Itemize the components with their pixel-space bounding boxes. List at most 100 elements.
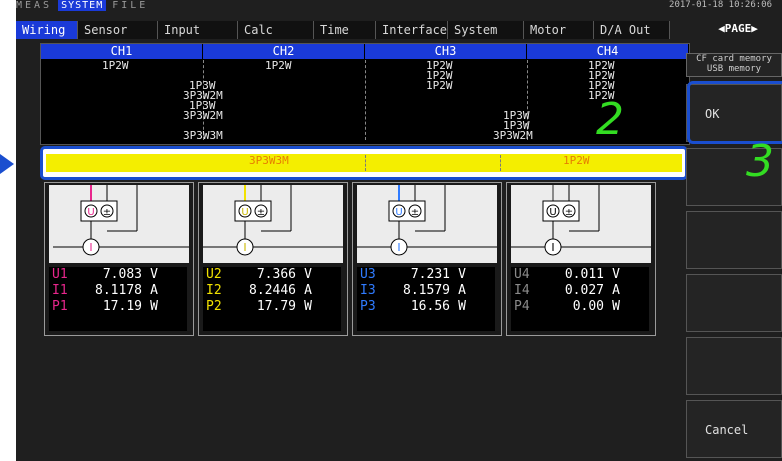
tab-sensor[interactable]: Sensor xyxy=(78,21,158,39)
side-key-3[interactable] xyxy=(686,211,782,269)
mode-meas[interactable]: MEAS xyxy=(16,0,52,11)
wiring-diagram-svg: U ± I xyxy=(203,185,343,256)
voltage-unit: V xyxy=(304,267,312,282)
side-key-4[interactable] xyxy=(686,274,782,332)
current-unit: A xyxy=(150,283,158,298)
meter-readout: U2 7.366 V I2 8.2446 A P2 17.79 W xyxy=(203,267,341,331)
voltage-row: U4 0.011 V xyxy=(511,267,649,283)
current-label: I3 xyxy=(360,283,376,298)
current-value: 8.1178 xyxy=(95,283,142,298)
current-value: 8.1579 xyxy=(403,283,450,298)
option-ch34-1p3w[interactable]: 1P3W xyxy=(503,120,530,131)
step-number-3: 3 xyxy=(746,136,774,187)
voltage-unit: V xyxy=(458,267,466,282)
cancel-button[interactable]: Cancel xyxy=(686,400,782,458)
cancel-label: Cancel xyxy=(705,423,749,437)
voltage-row: U3 7.231 V xyxy=(357,267,495,283)
tab-system[interactable]: System xyxy=(448,21,524,39)
tab-input[interactable]: Input xyxy=(158,21,238,39)
settings-tabs: Wiring Sensor Input Calc Time Interface … xyxy=(16,21,670,39)
voltage-row: U2 7.366 V xyxy=(203,267,341,283)
selected-separator xyxy=(365,155,366,171)
voltage-row: U1 7.083 V xyxy=(49,267,187,283)
power-row: P3 16.56 W xyxy=(357,299,495,315)
voltage-label: U1 xyxy=(52,267,68,282)
power-value: 0.00 xyxy=(572,299,604,314)
header-ch2: CH2 xyxy=(203,44,365,59)
power-label: P1 xyxy=(52,299,68,314)
u-terminal-label: U xyxy=(87,207,94,218)
current-label: I1 xyxy=(52,283,68,298)
header-ch1: CH1 xyxy=(41,44,203,59)
option-ch123-3p3w3m[interactable]: 3P3W3M xyxy=(183,131,223,139)
i-sensor-label: I xyxy=(397,241,400,254)
pm-terminal-label: ± xyxy=(257,207,265,218)
option-ch12-3p3w2m[interactable]: 3P3W2M xyxy=(183,110,223,121)
tab-interface[interactable]: Interface xyxy=(376,21,448,39)
voltage-value: 7.083 xyxy=(102,267,142,282)
wiring-diagram-svg: U ± I xyxy=(53,185,189,256)
current-unit: A xyxy=(612,283,620,298)
current-label: I2 xyxy=(206,283,222,298)
pm-terminal-label: ± xyxy=(411,207,419,218)
option-ch3-1p2w[interactable]: 1P2W xyxy=(426,80,453,91)
side-key-5[interactable] xyxy=(686,337,782,395)
header-ch4: CH4 xyxy=(527,44,689,59)
column-separator xyxy=(365,60,366,140)
power-row: P2 17.79 W xyxy=(203,299,341,315)
option-ch2-1p2w[interactable]: 1P2W xyxy=(265,60,292,71)
u-terminal-label: U xyxy=(241,207,248,218)
wiring-diagram: U ± I xyxy=(203,185,343,263)
power-row: P4 0.00 W xyxy=(511,299,649,315)
power-value: 17.79 xyxy=(256,299,296,314)
current-label: I4 xyxy=(514,283,530,298)
option-ch34-3p3w2m[interactable]: 3P3W2M xyxy=(493,131,533,139)
datetime-readout: 2017-01-18 10:26:06 xyxy=(669,0,772,10)
current-value: 0.027 xyxy=(564,283,604,298)
current-row: I4 0.027 A xyxy=(511,283,649,299)
power-row: P1 17.19 W xyxy=(49,299,187,315)
wiring-diagram: U ± I xyxy=(511,185,651,263)
page-button[interactable]: ◀PAGE▶ xyxy=(708,20,768,38)
voltage-value: 7.231 xyxy=(410,267,450,282)
pointer-arrow-icon xyxy=(0,154,14,174)
voltage-label: U2 xyxy=(206,267,222,282)
u-terminal-label: U xyxy=(395,207,402,218)
cf-line-2: USB memory xyxy=(706,64,762,74)
mode-system[interactable]: SYSTEM xyxy=(58,0,107,11)
current-row: I2 8.2446 A xyxy=(203,283,341,299)
selected-ch123[interactable]: 3P3W3M xyxy=(249,154,289,168)
current-row: I1 8.1178 A xyxy=(49,283,187,299)
selected-separator xyxy=(500,155,501,171)
meter-readout: U1 7.083 V I1 8.1178 A P1 17.19 W xyxy=(49,267,187,331)
instrument-screen: MEAS SYSTEM FILE 2017-01-18 10:26:06 Wirin… xyxy=(16,0,782,461)
current-row: I3 8.1579 A xyxy=(357,283,495,299)
current-value: 8.2446 xyxy=(249,283,296,298)
tab-calc[interactable]: Calc xyxy=(238,21,314,39)
power-label: P2 xyxy=(206,299,222,314)
wiring-diagram: U ± I xyxy=(357,185,497,263)
pm-terminal-label: ± xyxy=(103,207,111,218)
tab-motor[interactable]: Motor xyxy=(524,21,594,39)
power-unit: W xyxy=(304,299,312,314)
voltage-value: 0.011 xyxy=(564,267,604,282)
mode-file[interactable]: FILE xyxy=(112,0,148,11)
channel-card-3: U ± I U3 7.231 V I3 8.1579 A P3 16.56 W xyxy=(352,182,502,336)
i-sensor-label: I xyxy=(551,241,554,254)
tab-da-out[interactable]: D/A Out xyxy=(594,21,670,39)
tab-wiring[interactable]: Wiring xyxy=(16,21,78,39)
pm-terminal-label: ± xyxy=(565,207,573,218)
wiring-selection-list[interactable]: CH1 CH2 CH3 CH4 1P2W 1P2W 1P2W 1P2W 1P2W… xyxy=(40,43,690,145)
power-value: 16.56 xyxy=(410,299,450,314)
voltage-label: U4 xyxy=(514,267,530,282)
cf-line-1: CF card memory xyxy=(696,54,772,64)
tab-time[interactable]: Time xyxy=(314,21,376,39)
selected-ch4[interactable]: 1P2W xyxy=(563,154,590,168)
mode-tabs: MEAS SYSTEM FILE xyxy=(16,0,316,11)
current-unit: A xyxy=(458,283,466,298)
voltage-label: U3 xyxy=(360,267,376,282)
step-number-2: 2 xyxy=(596,94,624,145)
option-ch1-1p2w[interactable]: 1P2W xyxy=(102,60,129,71)
cf-card-memory-label: CF card memory USB memory xyxy=(686,53,782,77)
power-unit: W xyxy=(612,299,620,314)
